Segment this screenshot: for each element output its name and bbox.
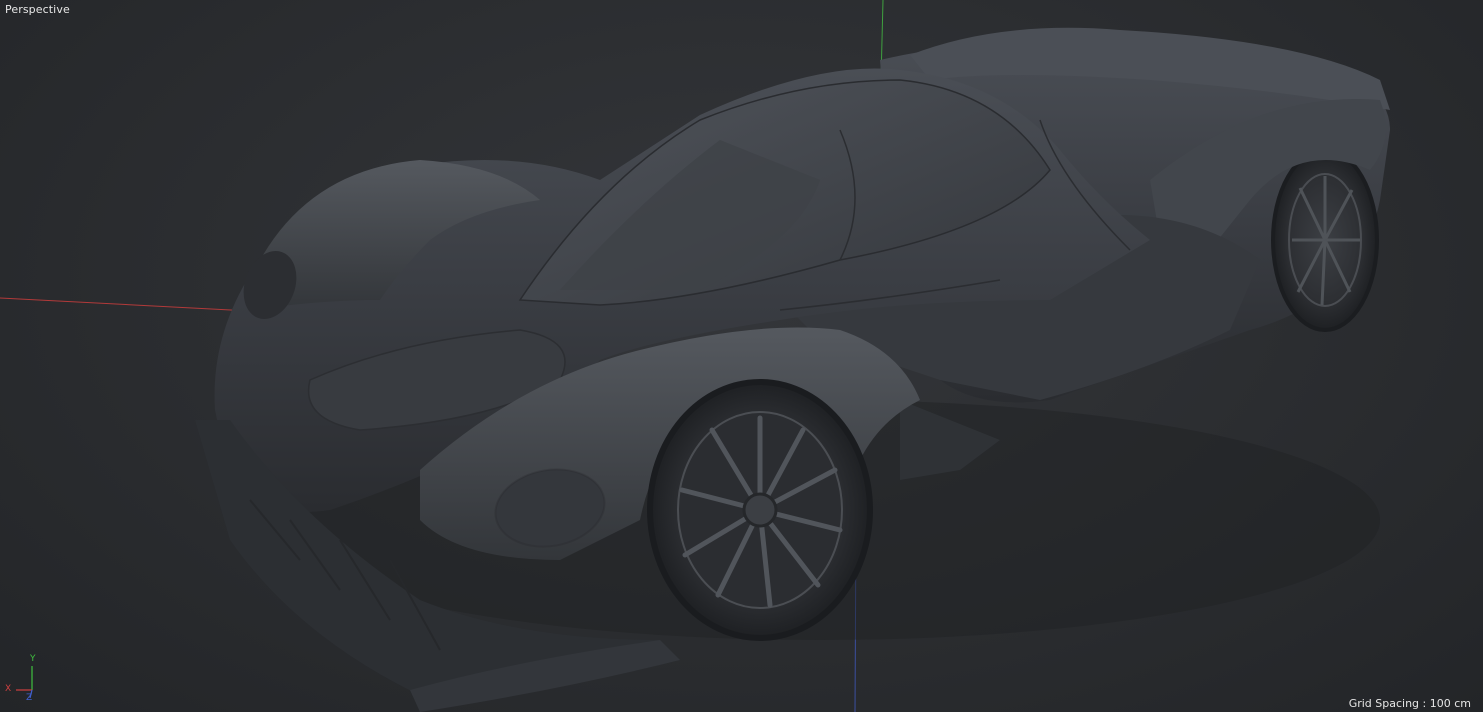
axis-gizmo: Y X Z (4, 654, 44, 704)
axis-z-label: Z (26, 693, 33, 703)
axis-x-label: X (5, 684, 12, 694)
car-model[interactable] (195, 27, 1390, 712)
axis-gizmo-icon (16, 666, 33, 699)
scene-canvas[interactable] (0, 0, 1483, 712)
grid-spacing-readout: Grid Spacing : 100 cm (1348, 697, 1471, 710)
3d-viewport[interactable]: Perspective Y X Z Grid Spacing: 100 cm (0, 0, 1483, 712)
axis-y-label: Y (30, 654, 36, 664)
world-axis-x-line (0, 297, 251, 312)
